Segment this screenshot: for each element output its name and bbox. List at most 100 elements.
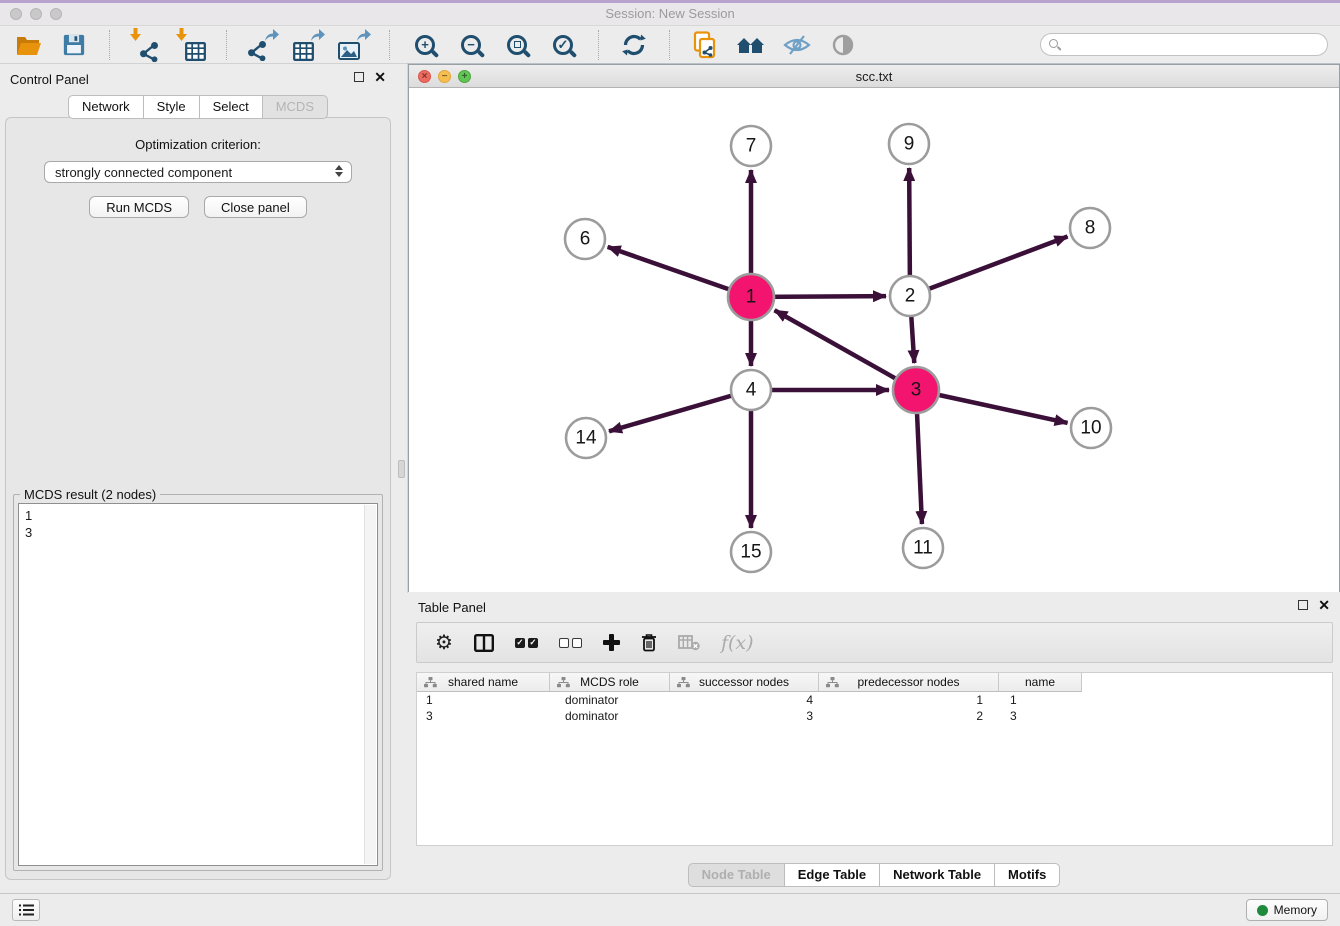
export-arrow-icon — [357, 29, 371, 41]
float-panel-icon[interactable] — [1298, 600, 1308, 610]
node-label-3: 3 — [911, 380, 922, 401]
mcds-result-group: MCDS result (2 nodes) 1 3 — [13, 494, 383, 871]
node-label-14: 14 — [575, 428, 597, 449]
edge-4-14[interactable] — [609, 390, 751, 431]
node-label-4: 4 — [746, 380, 757, 401]
export-image-button[interactable] — [336, 28, 372, 62]
zoom-fit-icon — [507, 35, 527, 55]
cell-successor-nodes[interactable]: 3 — [670, 709, 819, 723]
vertical-splitter-handle[interactable] — [398, 460, 405, 478]
toolbar-separator — [598, 30, 599, 60]
cell-predecessor-nodes[interactable]: 1 — [819, 693, 999, 707]
open-session-button[interactable] — [10, 28, 46, 62]
table-row[interactable]: 1 dominator 4 1 1 — [417, 692, 1332, 708]
node-label-2: 2 — [905, 286, 916, 307]
close-panel-icon[interactable]: ✕ — [1318, 600, 1330, 610]
cell-successor-nodes[interactable]: 4 — [670, 693, 819, 707]
list-icon — [19, 904, 34, 916]
search-input[interactable] — [1040, 33, 1328, 56]
network-view-window: × − + scc.txt 1234678910111415 — [408, 64, 1340, 592]
delete-column-icon[interactable] — [641, 630, 657, 656]
node-label-1: 1 — [746, 287, 757, 308]
homes-icon — [737, 34, 765, 56]
share-nodes-icon — [138, 40, 160, 62]
network-window-titlebar[interactable]: × − + scc.txt — [409, 65, 1339, 88]
tab-node-table[interactable]: Node Table — [688, 863, 785, 887]
tab-style[interactable]: Style — [143, 95, 200, 119]
table-toolbar: ⚙ ✓✓ f(x) — [416, 622, 1333, 663]
network-window-title: scc.txt — [409, 69, 1339, 84]
zoom-in-button[interactable]: + — [407, 28, 443, 62]
close-panel-button[interactable]: Close panel — [204, 196, 307, 218]
memory-label: Memory — [1274, 903, 1317, 917]
control-panel-title: Control Panel — [10, 72, 89, 87]
hide-graphics-details-button[interactable] — [779, 28, 815, 62]
clone-document-icon — [692, 31, 718, 59]
share-nodes-icon — [246, 39, 268, 61]
node-label-11: 11 — [913, 538, 933, 559]
zoom-selected-button[interactable]: ✓ — [545, 28, 581, 62]
tab-mcds[interactable]: MCDS — [262, 95, 328, 119]
import-network-button[interactable] — [127, 28, 163, 62]
import-arrow-icon — [176, 28, 187, 41]
network-graph[interactable]: 1234678910111415 — [409, 88, 1340, 592]
function-builder-icon[interactable]: f(x) — [721, 630, 754, 656]
memory-button[interactable]: Memory — [1246, 899, 1328, 921]
settings-gear-icon[interactable]: ⚙ — [435, 630, 453, 656]
add-column-icon[interactable] — [603, 630, 620, 656]
eye-slash-icon — [783, 34, 811, 56]
zoom-fit-button[interactable] — [499, 28, 535, 62]
column-header-shared-name[interactable]: shared name — [417, 673, 550, 691]
edge-2-8[interactable] — [910, 236, 1068, 296]
table-grid-icon — [293, 42, 314, 61]
save-floppy-icon — [62, 33, 86, 57]
network-canvas[interactable]: 1234678910111415 — [409, 88, 1339, 592]
zoom-out-button[interactable]: − — [453, 28, 489, 62]
column-header-name[interactable]: name — [999, 673, 1082, 691]
export-network-button[interactable] — [244, 28, 280, 62]
main-toolbar: + − ✓ — [0, 26, 1340, 64]
criterion-dropdown[interactable]: strongly connected component — [44, 161, 352, 183]
control-panel-tabs: Network Style Select MCDS — [0, 95, 396, 119]
birds-eye-view-button[interactable] — [825, 28, 861, 62]
tab-motifs[interactable]: Motifs — [994, 863, 1060, 887]
criterion-dropdown-value: strongly connected component — [55, 165, 232, 180]
cell-name[interactable]: 1 — [999, 693, 1082, 707]
toggle-panel-columns-icon[interactable] — [474, 630, 494, 656]
cell-name[interactable]: 3 — [999, 709, 1082, 723]
cell-mcds-role[interactable]: dominator — [550, 693, 670, 707]
tab-network-table[interactable]: Network Table — [879, 863, 995, 887]
dropdown-stepper-icon — [335, 165, 343, 177]
column-header-successor-nodes[interactable]: successor nodes — [670, 673, 819, 691]
clone-network-button[interactable] — [687, 28, 723, 62]
column-header-mcds-role[interactable]: MCDS role — [550, 673, 670, 691]
float-panel-icon[interactable] — [354, 72, 364, 82]
cell-shared-name[interactable]: 1 — [417, 693, 550, 707]
export-table-button[interactable] — [290, 28, 326, 62]
cell-predecessor-nodes[interactable]: 2 — [819, 709, 999, 723]
import-table-button[interactable] — [173, 28, 209, 62]
attribute-tree-icon — [557, 677, 570, 691]
select-all-checkboxes-icon[interactable]: ✓✓ — [515, 630, 538, 656]
show-task-history-button[interactable] — [12, 899, 40, 921]
deselect-all-checkboxes-icon[interactable] — [559, 630, 582, 656]
save-session-button[interactable] — [56, 28, 92, 62]
export-arrow-icon — [311, 29, 325, 41]
edge-3-1[interactable] — [775, 310, 916, 390]
refresh-layout-button[interactable] — [616, 28, 652, 62]
mcds-result-text[interactable]: 1 3 — [18, 503, 378, 866]
tab-edge-table[interactable]: Edge Table — [784, 863, 880, 887]
run-mcds-button[interactable]: Run MCDS — [89, 196, 189, 218]
show-all-networks-button[interactable] — [733, 28, 769, 62]
app-titlebar: Session: New Session — [0, 0, 1340, 26]
cell-mcds-role[interactable]: dominator — [550, 709, 670, 723]
memory-status-icon — [1257, 905, 1268, 916]
cell-shared-name[interactable]: 3 — [417, 709, 550, 723]
column-header-predecessor-nodes[interactable]: predecessor nodes — [819, 673, 999, 691]
tab-network[interactable]: Network — [68, 95, 144, 119]
delete-table-icon[interactable] — [678, 630, 700, 656]
tab-select[interactable]: Select — [199, 95, 263, 119]
table-panel: Table Panel ✕ ⚙ ✓✓ f(x) shared name — [408, 592, 1340, 893]
table-row[interactable]: 3 dominator 3 2 3 — [417, 708, 1332, 724]
close-panel-icon[interactable]: ✕ — [374, 72, 386, 82]
